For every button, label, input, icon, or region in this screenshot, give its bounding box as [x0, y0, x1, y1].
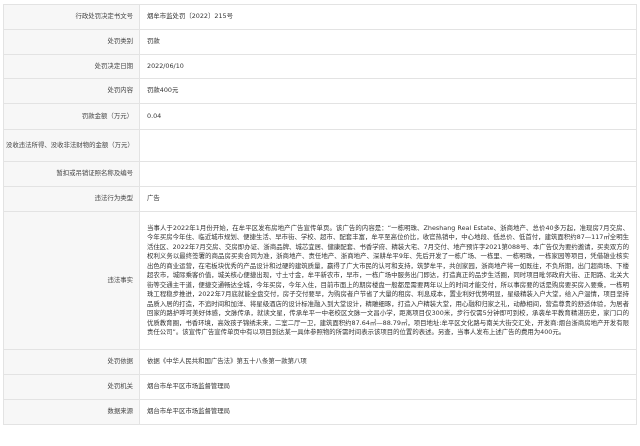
row-value: [139, 129, 637, 162]
table-row: 没收违法所得、没收非法财物的金额（万元）: [3, 129, 637, 162]
row-label: 违法行为类型: [3, 186, 140, 212]
row-value: 0.04: [139, 103, 637, 130]
row-value: 依据《中华人民共和国广告法》第五十八条第一款第八项: [139, 349, 637, 375]
row-label: 暂扣或吊销证照名称及编号: [3, 161, 140, 187]
row-label: 处罚类别: [3, 29, 140, 55]
row-label: 处罚内容: [3, 78, 140, 104]
table-row: 行政处罚决定书文号 烟牟市监处罚〔2022〕215号: [3, 4, 637, 30]
row-label: 处罚机关: [3, 374, 140, 400]
row-value: [139, 161, 637, 187]
table-row: 处罚决定日期 2022/06/10: [3, 54, 637, 79]
table-row: 违法事实 当事人于2022年1月份开始，在牟平区发布房地产广告宣传单页。该广告的…: [3, 211, 637, 350]
row-label: 违法事实: [3, 211, 140, 350]
row-value: 当事人于2022年1月份开始，在牟平区发布房地产广告宣传单页。该广告的内容是：“…: [139, 211, 637, 350]
table-row: 处罚机关 烟台市牟平区市场监督管理局: [3, 374, 637, 400]
table-row: 处罚内容 罚款400元: [3, 78, 637, 104]
row-value: 烟牟市监处罚〔2022〕215号: [139, 4, 637, 30]
table-row: 数据来源 烟台市牟平区市场监督管理局: [3, 399, 637, 425]
table-row: 违法行为类型 广告: [3, 186, 637, 212]
row-label: 处罚决定日期: [3, 54, 140, 79]
table-row: 处罚类别 罚款: [3, 29, 637, 55]
row-value: 罚款400元: [139, 78, 637, 104]
row-label: 行政处罚决定书文号: [3, 4, 140, 30]
penalty-info-table: 行政处罚决定书文号 烟牟市监处罚〔2022〕215号 处罚类别 罚款 处罚决定日…: [3, 4, 637, 425]
row-value: 2022/06/10: [139, 54, 637, 79]
row-value: 罚款: [139, 29, 637, 55]
row-value: 烟台市牟平区市场监督管理局: [139, 374, 637, 400]
table-row: 暂扣或吊销证照名称及编号: [3, 161, 637, 187]
row-value: 烟台市牟平区市场监督管理局: [139, 399, 637, 425]
table-row: 处罚依据 依据《中华人民共和国广告法》第五十八条第一款第八项: [3, 349, 637, 375]
row-label: 没收违法所得、没收非法财物的金额（万元）: [3, 129, 140, 162]
row-label: 罚款金额（万元）: [3, 103, 140, 130]
table-row: 罚款金额（万元） 0.04: [3, 103, 637, 130]
row-value: 广告: [139, 186, 637, 212]
row-label: 处罚依据: [3, 349, 140, 375]
row-label: 数据来源: [3, 399, 140, 425]
